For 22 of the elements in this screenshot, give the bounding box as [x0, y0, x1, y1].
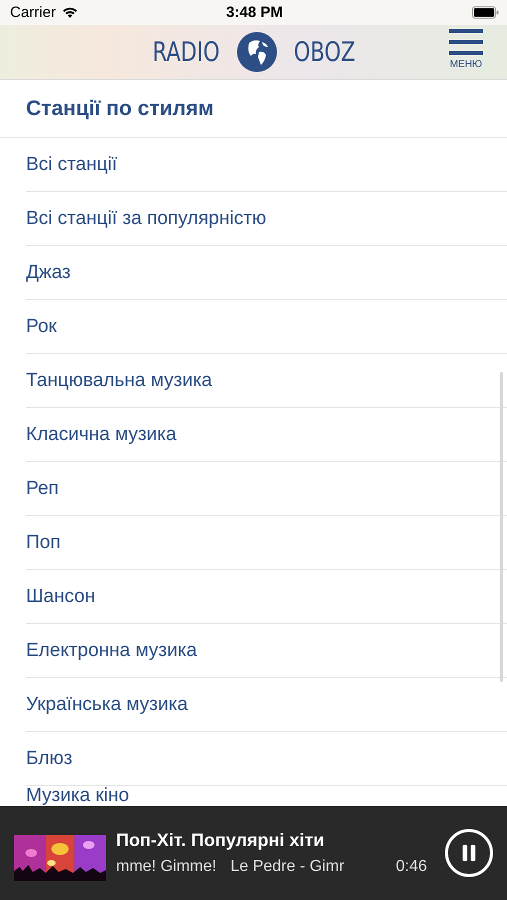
battery-icon — [472, 6, 499, 19]
section-title: Станції по стилям — [26, 96, 214, 120]
clock-time: 3:48 PM — [226, 4, 283, 21]
logo-text: OBOZ — [294, 36, 356, 68]
pause-button[interactable] — [445, 829, 493, 877]
menu-button[interactable]: МЕНЮ — [449, 29, 483, 70]
station-name: Поп-Хіт. Популярні хіти — [116, 830, 326, 851]
list-item[interactable]: Всі станції — [26, 138, 507, 192]
pause-icon — [460, 844, 478, 862]
list-item[interactable]: Всі станції за популярністю — [26, 192, 507, 246]
list-item[interactable]: Українська музика — [26, 678, 507, 732]
elapsed-time: 0:46 — [396, 858, 427, 876]
track-title: mme! Gimme! — [116, 858, 216, 876]
list-item[interactable]: Рок — [26, 300, 507, 354]
list-item[interactable]: Блюз — [26, 732, 507, 786]
track-title: Le Pedre - Gimr — [230, 858, 344, 876]
carrier-name: Carrier — [10, 4, 56, 21]
list-item[interactable]: Музика кіно — [26, 786, 507, 806]
logo-text: RADIO — [152, 36, 220, 68]
list-item[interactable]: Джаз — [26, 246, 507, 300]
wifi-icon — [60, 6, 79, 19]
globe-icon — [237, 32, 278, 72]
